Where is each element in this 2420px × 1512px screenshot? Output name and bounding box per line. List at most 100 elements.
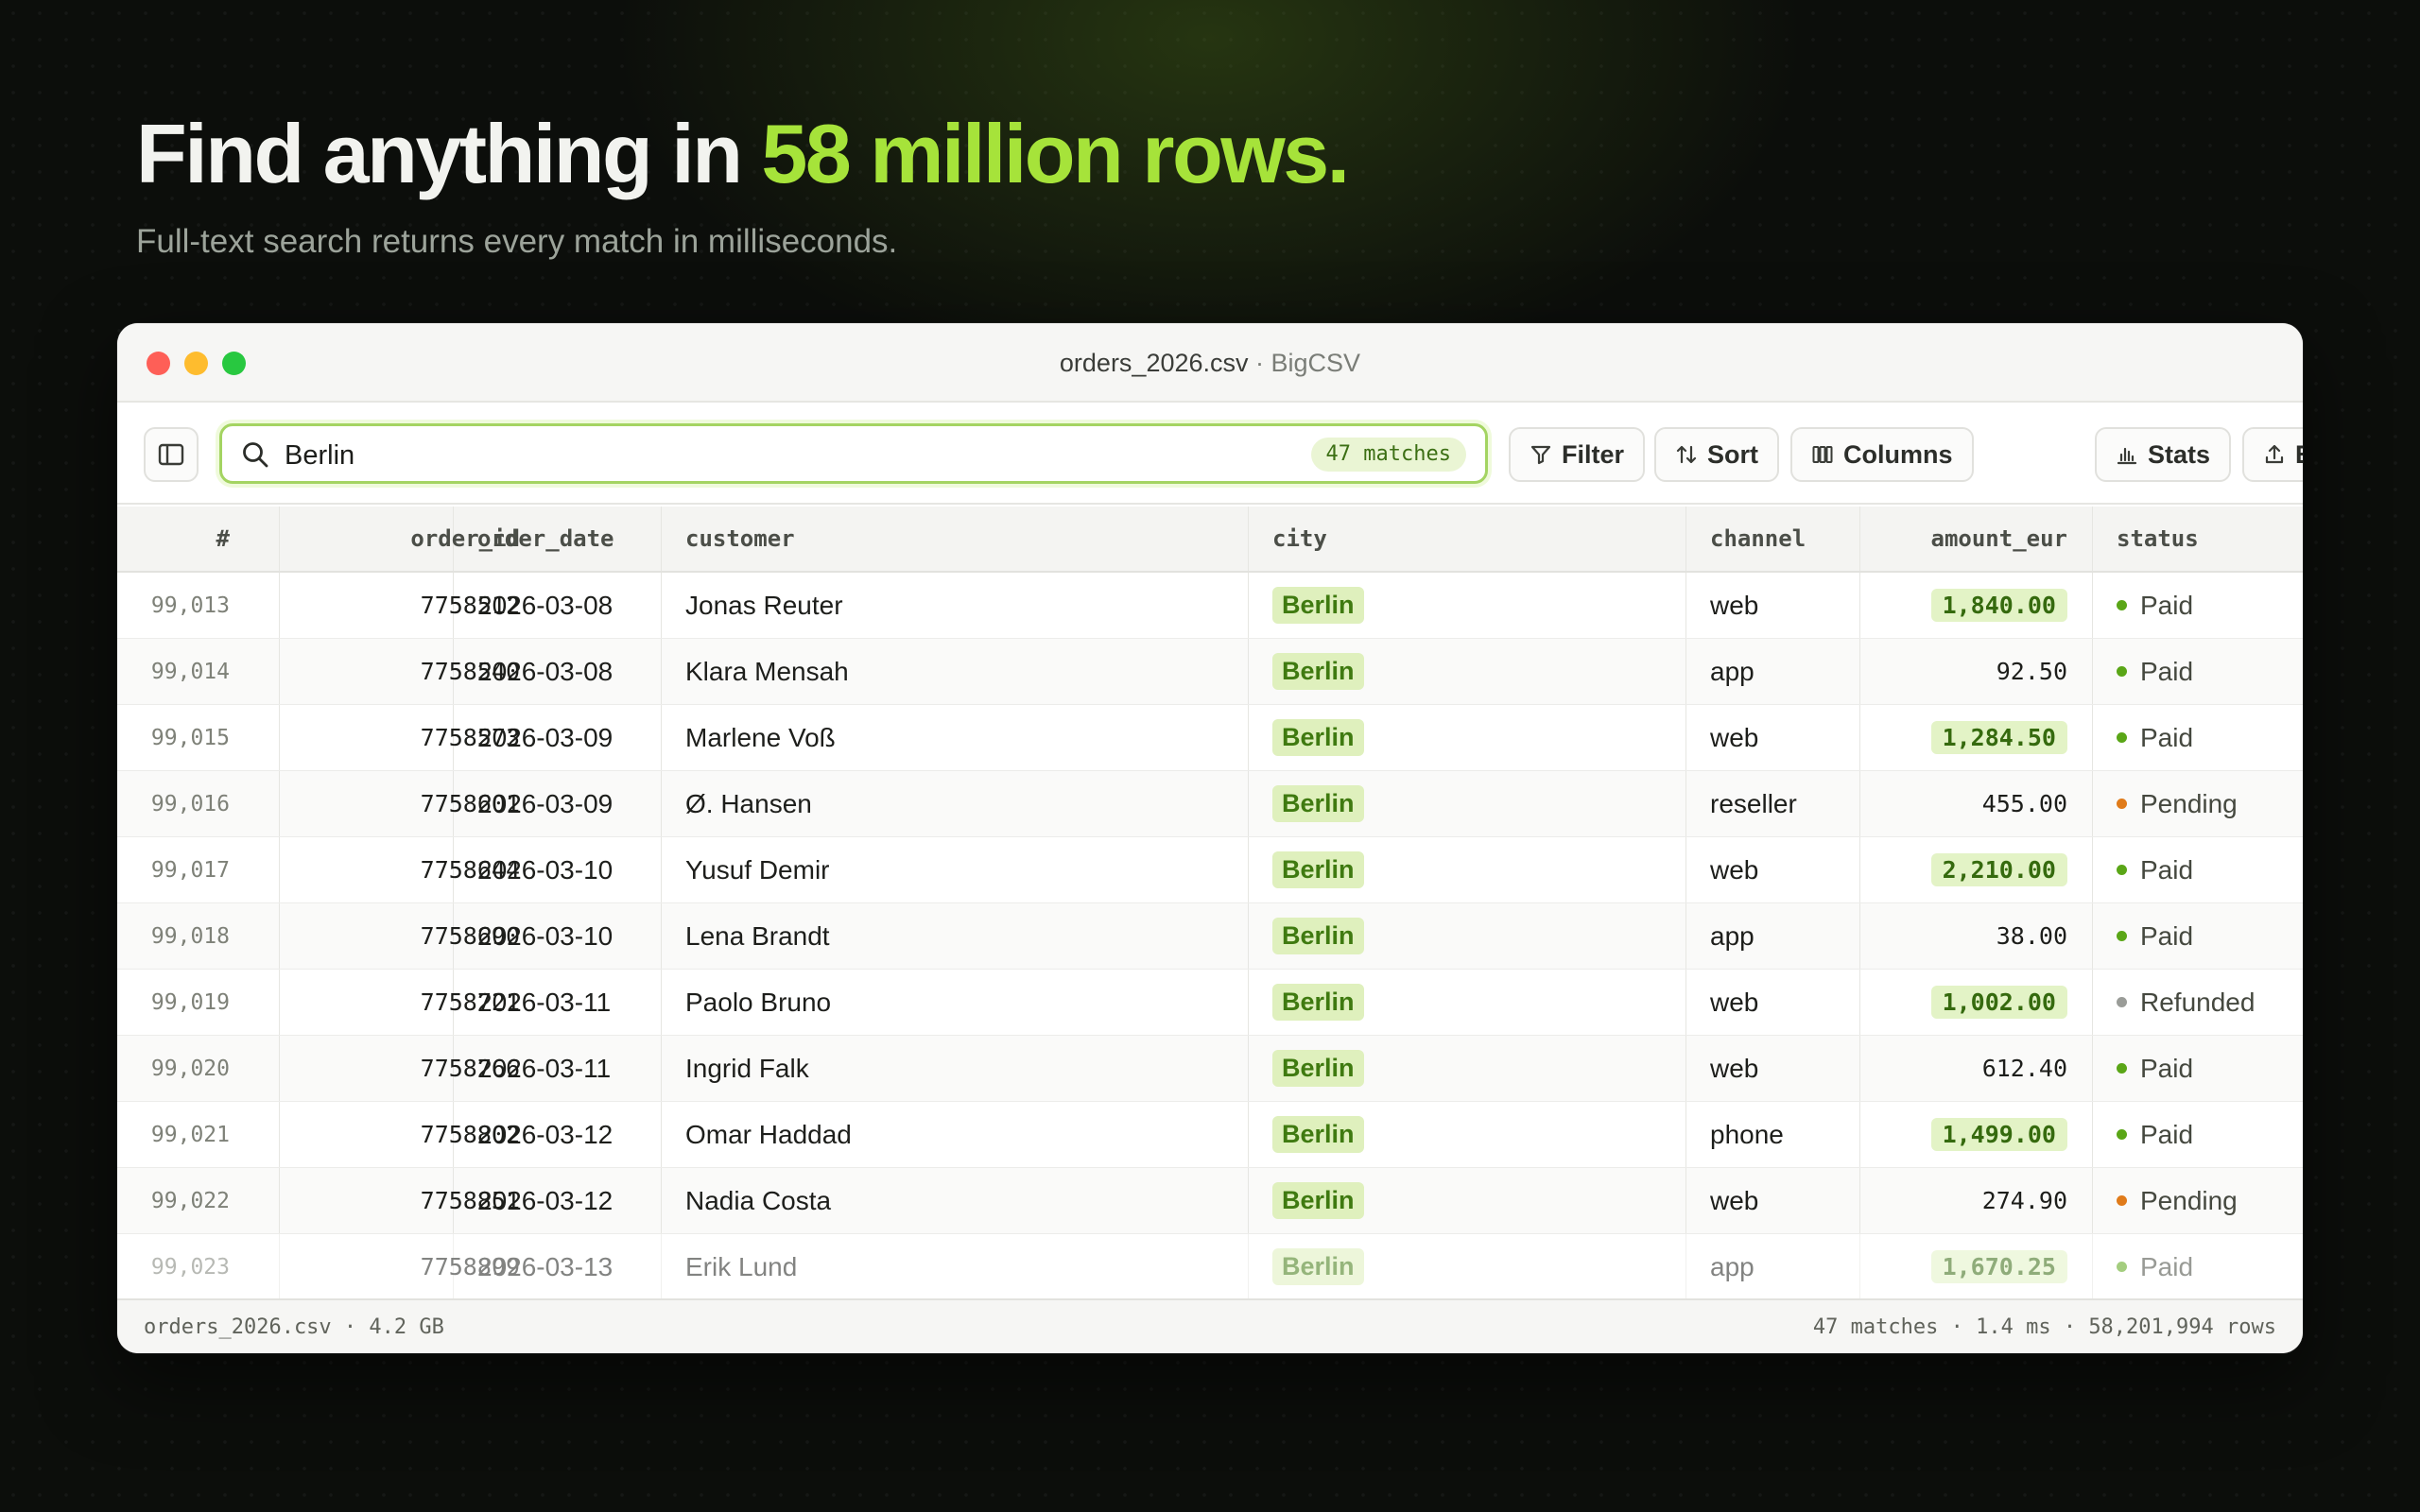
order-date: 2026-03-09 <box>477 722 614 752</box>
amount-eur: 92.50 <box>1996 658 2067 685</box>
title-bar: orders_2026.csv · BigCSV <box>117 323 2303 403</box>
status-dot-icon <box>2117 799 2127 809</box>
grid-cell: 2,210.00 <box>1859 837 2092 902</box>
search-field[interactable]: Berlin 47 matches <box>219 423 1488 484</box>
table-row[interactable]: 99,015 7758573 2026-03-09 Marlene Voß Berlin… <box>117 705 2303 771</box>
match-count-badge: 47 matches <box>1310 438 1466 472</box>
status-label: Paid <box>2140 590 2194 620</box>
customer-name: Nadia Costa <box>685 1185 832 1215</box>
channel: web <box>1710 987 1759 1017</box>
city-match-highlight: Berlin <box>1272 587 1364 624</box>
customer-name: Ø. Hansen <box>685 788 812 818</box>
table-row[interactable]: 99,022 7758851 2026-03-12 Nadia Costa Berlin… <box>117 1168 2303 1234</box>
stats-button[interactable]: Stats <box>2095 427 2232 482</box>
grid-cell: 2026-03-10 <box>453 837 661 902</box>
grid-cell: 2026-03-10 <box>453 903 661 969</box>
amount-eur: 455.00 <box>1981 790 2067 817</box>
city-match-highlight: Berlin <box>1272 1248 1364 1285</box>
sort-button[interactable]: Sort <box>1654 427 1779 482</box>
grid-cell: Berlin <box>1248 639 1683 704</box>
grid-cell: Nadia Costa <box>661 1168 1247 1233</box>
column-header-customer[interactable]: customer <box>661 507 1247 571</box>
amount-eur: 1,002.00 <box>1930 986 2067 1019</box>
grid-cell: 455.00 <box>1859 771 2092 836</box>
grid-body: 99,013 7758512 2026-03-08 Jonas Reuter Berli… <box>117 573 2303 1300</box>
row-index: 99,023 <box>150 1254 230 1280</box>
export-icon <box>2265 444 2284 464</box>
status-label: Paid <box>2140 854 2194 885</box>
table-row[interactable]: 99,014 7758540 2026-03-08 Klara Mensah Berli… <box>117 639 2303 705</box>
grid-cell: 1,840.00 <box>1859 573 2092 638</box>
app-window: orders_2026.csv · BigCSV Berlin 47 match… <box>117 323 2303 1353</box>
filter-button[interactable]: Filter <box>1509 427 1646 482</box>
order-date: 2026-03-10 <box>477 854 614 885</box>
grid-cell: 1,670.25 <box>1859 1234 2092 1299</box>
column-header-index[interactable]: # <box>117 507 254 571</box>
table-row[interactable]: 99,019 7758721 2026-03-11 Paolo Bruno Berlin… <box>117 970 2303 1036</box>
sidebar-icon <box>158 443 184 466</box>
customer-name: Klara Mensah <box>685 656 849 686</box>
grid-cell: app <box>1685 639 1859 704</box>
amount-eur: 1,284.50 <box>1930 721 2067 754</box>
table-row[interactable]: 99,018 7758690 2026-03-10 Lena Brandt Berlin… <box>117 903 2303 970</box>
status-search-info: 47 matches · 1.4 ms · 58,201,994 rows <box>1812 1315 2276 1339</box>
status-dot-icon <box>2117 1195 2127 1206</box>
status-dot-icon <box>2117 1262 2127 1272</box>
grid-cell: Berlin <box>1248 903 1683 969</box>
row-index: 99,013 <box>150 593 230 618</box>
grid-cell: Paid <box>2092 573 2300 638</box>
grid-cell: 2026-03-13 <box>453 1234 661 1299</box>
table-row[interactable]: 99,013 7758512 2026-03-08 Jonas Reuter Berli… <box>117 573 2303 639</box>
grid-cell: Pending <box>2092 1168 2300 1233</box>
column-header-channel[interactable]: channel <box>1685 507 1859 571</box>
grid-cell: Paid <box>2092 837 2300 902</box>
search-input-value[interactable]: Berlin <box>285 440 354 472</box>
table-row[interactable]: 99,021 7758802 2026-03-12 Omar Haddad Berlin… <box>117 1102 2303 1168</box>
amount-eur: 1,670.25 <box>1930 1250 2067 1283</box>
amount-eur: 274.90 <box>1981 1187 2067 1214</box>
status-dot-icon <box>2117 732 2127 743</box>
status-dot-icon <box>2117 931 2127 941</box>
city-match-highlight: Berlin <box>1272 719 1364 756</box>
table-row[interactable]: 99,023 7758899 2026-03-13 Erik Lund Berlin ap… <box>117 1234 2303 1300</box>
order-date: 2026-03-12 <box>477 1185 614 1215</box>
grid-cell: 2026-03-11 <box>453 970 661 1035</box>
sidebar-toggle-button[interactable] <box>144 427 199 482</box>
status-label: Paid <box>2140 1251 2194 1281</box>
column-header-status[interactable]: status <box>2092 507 2300 571</box>
table-row[interactable]: 99,020 7758766 2026-03-11 Ingrid Falk Berlin… <box>117 1036 2303 1102</box>
channel: reseller <box>1710 788 1797 818</box>
status-dot-icon <box>2117 997 2127 1007</box>
order-date: 2026-03-09 <box>477 788 614 818</box>
grid-cell: web <box>1685 573 1859 638</box>
grid-cell: web <box>1685 837 1859 902</box>
column-header-amount-eur[interactable]: amount_eur <box>1859 507 2092 571</box>
row-index: 99,017 <box>150 857 230 883</box>
column-header-label: channel <box>1710 525 1806 552</box>
channel: web <box>1710 854 1759 885</box>
status-label: Paid <box>2140 656 2194 686</box>
status-label: Paid <box>2140 1119 2194 1149</box>
window-title-separator: · <box>1248 349 1271 377</box>
grid-cell: 99,015 <box>117 705 254 770</box>
channel: web <box>1710 1053 1759 1083</box>
channel: web <box>1710 722 1759 752</box>
columns-button[interactable]: Columns <box>1790 427 1974 482</box>
table-row[interactable]: 99,017 7758644 2026-03-10 Yusuf Demir Berlin… <box>117 837 2303 903</box>
grid-cell: 2026-03-09 <box>453 771 661 836</box>
export-button[interactable]: Export <box>2242 427 2303 482</box>
column-header-order-date[interactable]: order_date <box>453 507 661 571</box>
grid-cell: Paid <box>2092 1102 2300 1167</box>
city-match-highlight: Berlin <box>1272 1116 1364 1153</box>
city-match-highlight: Berlin <box>1272 785 1364 822</box>
column-header-city[interactable]: city <box>1248 507 1683 571</box>
city-match-highlight: Berlin <box>1272 1050 1364 1087</box>
amount-eur: 1,499.00 <box>1930 1118 2067 1151</box>
window-title-app: BigCSV <box>1270 349 1361 377</box>
channel: phone <box>1710 1119 1784 1149</box>
row-index: 99,015 <box>150 725 230 750</box>
grid-cell: 2026-03-12 <box>453 1102 661 1167</box>
grid-cell: 99,023 <box>117 1234 254 1299</box>
table-row[interactable]: 99,016 7758601 2026-03-09 Ø. Hansen Berlin re… <box>117 771 2303 837</box>
status-dot-icon <box>2117 666 2127 677</box>
